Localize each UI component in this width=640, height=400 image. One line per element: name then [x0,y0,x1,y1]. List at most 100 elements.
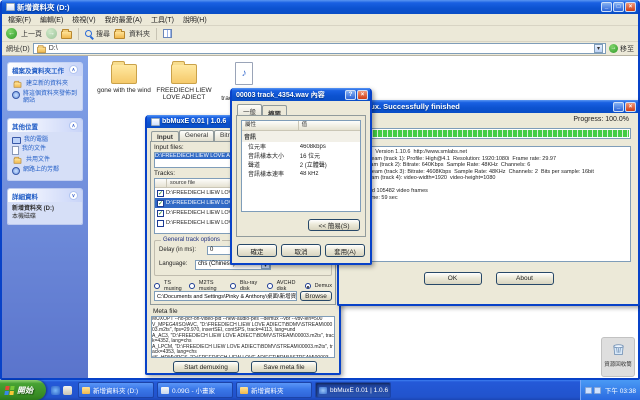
folders-icon[interactable] [114,28,125,39]
chevron-up-icon[interactable]: ∧ [69,65,78,74]
menu-edit[interactable]: 編輯(E) [40,15,63,25]
details-panel-header[interactable]: 詳細資料 ∨ [8,189,82,202]
place-link-shared-documents[interactable]: 共用文件 [12,156,78,165]
ok-button[interactable]: 確定 [237,244,277,257]
menu-view[interactable]: 檢視(V) [72,15,95,25]
simple-toggle-button[interactable]: << 簡易(S) [308,219,360,231]
track-checkbox[interactable] [157,219,164,227]
meta-file-textarea[interactable]: MUXOPT --no-pcr-on-video-pid --new-audio… [151,316,335,358]
file-item[interactable]: FREEDIECH LIEW LOVE ADIECT [156,61,212,101]
taskbar-clock[interactable]: 下午 03:38 [605,385,636,395]
explorer-toolbar: ← 上一頁 → 搜尋 資料夾 [2,26,638,42]
back-button[interactable]: 上一頁 [21,29,42,39]
chevron-up-icon[interactable]: ∧ [69,121,78,130]
toolbar-separator [78,27,79,40]
taskbar-button-paint[interactable]: 0.09G - 小畫家 [157,382,233,398]
language-label: Language: [159,261,188,267]
menu-tools[interactable]: 工具(T) [151,15,174,25]
chevron-down-icon[interactable]: ∨ [69,191,78,200]
progress-titlebar[interactable]: Demux. Successfully finished _ × [339,100,638,113]
explorer-addressbar: 網址(D) D:\ ▾ → 移至 [2,42,638,56]
save-meta-file-button[interactable]: Save meta file [251,361,317,373]
quicklaunch-show-desktop-icon[interactable] [63,385,72,395]
property-row[interactable]: 位元率 4608kbps [242,142,360,152]
track-checkbox[interactable]: ✓ [157,199,164,207]
log-textarea[interactable]: tsMuxeR. Version 1.10.6 http://www.smlab… [346,146,631,262]
track-checkbox[interactable]: ✓ [157,209,164,217]
close-button[interactable]: × [625,101,636,112]
folders-button[interactable]: 資料夾 [129,29,150,39]
places-panel-header[interactable]: 其他位置 ∧ [8,119,82,132]
close-button[interactable]: × [357,89,368,100]
tracks-label: Tracks: [154,170,176,177]
address-dropdown-icon[interactable]: ▾ [594,44,603,53]
place-link-my-computer[interactable]: 我的電腦 [12,137,78,144]
delay-label: Delay (in ms): [159,247,197,253]
search-button[interactable]: 搜尋 [96,29,110,39]
explorer-menubar: 檔案(F) 編輯(E) 檢視(V) 我的最愛(A) 工具(T) 說明(H) [2,14,638,26]
close-button[interactable]: × [625,2,636,12]
places-panel: 其他位置 ∧ 我的電腦 我的文件 共用文件 網路上的芳鄰 [7,118,83,181]
properties-titlebar[interactable]: 00003 track_4354.wav 內容 ? × [232,88,370,101]
column-property[interactable]: 屬性 [242,121,299,131]
views-icon[interactable] [163,29,172,38]
property-row[interactable]: 音訊樣本大小 16 位元 [242,151,360,160]
property-row[interactable]: 聲道 2 (立體聲) [242,160,360,169]
search-icon[interactable] [85,30,92,37]
explorer-titlebar[interactable]: 新增資料夾 (D:) _ □ × [2,0,638,14]
apply-button[interactable]: 套用(A) [325,244,365,257]
publish-web-icon [12,91,20,99]
menu-file[interactable]: 檔案(F) [8,15,31,25]
details-type: 本機磁碟 [12,214,37,220]
address-input[interactable]: D:\ ▾ [32,43,606,54]
property-row[interactable]: 音訊樣本速率 48 kHz [242,169,360,179]
tasks-panel-header[interactable]: 檔案及資料夾工作 ∧ [8,63,82,76]
delay-input[interactable]: 0 [207,246,231,255]
meta-file-label: Meta file [153,308,178,315]
progress-title: Demux. Successfully finished [354,102,460,111]
column-value[interactable]: 值 [298,121,360,131]
radio-m2ts-muxing[interactable] [188,283,195,289]
quicklaunch-ie-icon[interactable] [51,385,60,395]
progress-bar [346,128,631,139]
taskbar-button-muxer[interactable]: bbMuxE 0.01 | 1.0.6 [315,382,391,398]
menu-help[interactable]: 說明(H) [183,15,207,25]
up-folder-icon[interactable] [61,28,72,39]
radio-bluray-disk[interactable] [229,283,236,289]
properties-list[interactable]: 屬性 值 音訊 位元率 4608kbps 音訊樣本大小 16 位元 聲道 2 (… [241,120,361,212]
tray-network-icon[interactable] [594,386,601,394]
radio-ts-muxing[interactable] [154,283,160,289]
output-path-input[interactable]: C:\Documents and Settings\Pinky & Anthon… [154,291,297,301]
track-checkbox[interactable]: ✓ [157,189,164,197]
task-link[interactable]: 建立新的資料夾 [12,80,78,89]
task-link[interactable]: 將這個資料夾發佈到網站 [12,91,78,105]
radio-demux[interactable] [304,283,311,289]
browse-button[interactable]: Browse [300,291,332,301]
back-icon[interactable]: ← [6,28,17,39]
tab-general[interactable]: General [178,130,215,141]
taskbar-button-explorer[interactable]: 新增資料夾 (D:) [78,382,154,398]
ok-button[interactable]: OK [423,272,482,285]
minimize-button[interactable]: _ [601,2,612,12]
file-item[interactable]: gone with the wind [96,61,152,94]
go-button[interactable]: → 移至 [609,44,634,54]
about-button[interactable]: About [495,272,554,285]
tray-volume-icon[interactable] [585,386,592,394]
cancel-button[interactable]: 取消 [281,244,321,257]
maximize-button[interactable]: □ [613,2,624,12]
progress-window: Demux. Successfully finished _ × Progres… [337,100,640,306]
start-button[interactable]: 開始 [0,380,46,400]
minimize-button[interactable]: _ [613,101,624,112]
app-icon [161,386,169,394]
input-files-label: Input files: [154,144,184,151]
place-link-network[interactable]: 網路上的芳鄰 [12,167,78,175]
help-button[interactable]: ? [345,89,356,100]
place-link-my-documents[interactable]: 我的文件 [12,146,78,155]
taskbar-button-folder[interactable]: 新增資料夾 [236,382,312,398]
forward-icon[interactable]: → [46,28,57,39]
start-demuxing-button[interactable]: Start demuxing [173,361,239,373]
folder-icon [171,61,197,84]
menu-favorites[interactable]: 我的最愛(A) [105,15,142,25]
recycle-bin-icon[interactable]: 資源回收筒 [601,337,635,377]
radio-avchd-disk[interactable] [266,283,273,289]
